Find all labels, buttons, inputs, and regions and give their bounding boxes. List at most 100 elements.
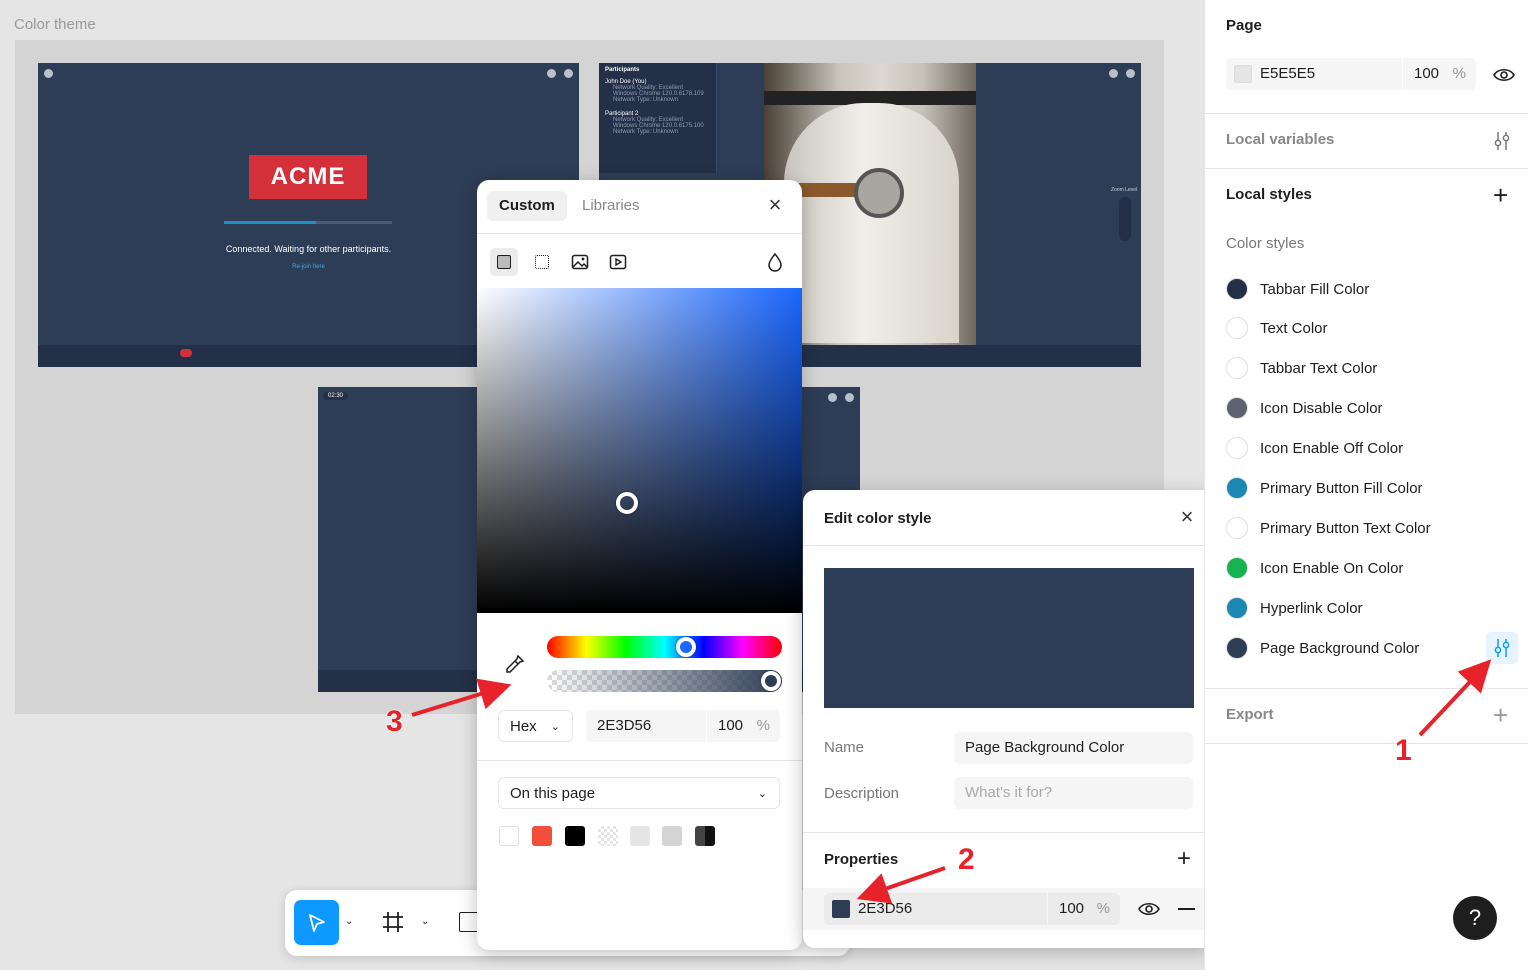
sv-handle[interactable] <box>615 491 638 514</box>
hue-handle[interactable] <box>675 637 696 657</box>
eye-icon[interactable] <box>1493 66 1515 87</box>
eye-icon[interactable] <box>1138 900 1160 921</box>
swatch-red[interactable] <box>532 826 552 846</box>
chevron-down-icon[interactable]: ⌄ <box>421 916 429 927</box>
close-icon[interactable]: × <box>764 194 786 217</box>
color-format-select[interactable]: Hex ⌄ <box>498 710 573 742</box>
properties-label: Properties <box>824 851 899 868</box>
color-style-item[interactable]: Icon Enable On Color <box>1226 556 1403 580</box>
swatch-black[interactable] <box>565 826 585 846</box>
page-color-chip[interactable] <box>1234 65 1252 83</box>
swatch-transparent[interactable] <box>598 826 618 846</box>
zoom-control[interactable] <box>1119 197 1131 241</box>
video-fill-icon[interactable] <box>604 248 632 276</box>
opacity-value: 100 <box>718 717 744 734</box>
blend-mode-icon[interactable] <box>761 248 789 276</box>
frame-tool-button[interactable] <box>381 910 405 937</box>
divider <box>803 545 1214 546</box>
help-button[interactable]: ? <box>1453 896 1497 940</box>
tab-libraries[interactable]: Libraries <box>570 191 652 221</box>
property-hex-input[interactable]: 2E3D56 <box>824 893 1047 925</box>
description-input[interactable]: What's it for? <box>954 777 1193 809</box>
variables-settings-icon[interactable] <box>1492 130 1512 155</box>
pattern-fill-icon[interactable] <box>528 248 556 276</box>
color-style-item[interactable]: Icon Enable Off Color <box>1226 436 1403 460</box>
edit-color-style-panel: Edit color style × Name Page Background … <box>803 490 1214 948</box>
photo-pipe <box>799 183 859 197</box>
description-label: Description <box>824 785 900 802</box>
chevron-down-icon: ⌄ <box>757 788 767 800</box>
divider <box>477 760 802 761</box>
page-opacity-value: 100 <box>1414 65 1440 82</box>
user-icon <box>547 69 556 78</box>
style-settings-icon <box>1494 639 1510 657</box>
divider <box>1205 168 1528 169</box>
color-style-item[interactable]: Tabbar Text Color <box>1226 356 1377 380</box>
chevron-down-icon[interactable]: ⌄ <box>345 916 353 927</box>
property-color-chip[interactable] <box>832 900 850 918</box>
remove-property-icon[interactable] <box>1178 908 1195 910</box>
opacity-slider[interactable] <box>547 670 782 692</box>
style-name: Hyperlink Color <box>1260 599 1363 617</box>
edit-style-button[interactable] <box>1486 632 1518 664</box>
swatch-gray[interactable] <box>662 826 682 846</box>
color-style-item[interactable]: Hyperlink Color <box>1226 596 1363 620</box>
divider <box>1205 743 1528 744</box>
swatch-source-select[interactable]: On this page ⌄ <box>498 777 780 809</box>
export-heading[interactable]: Export <box>1226 706 1274 723</box>
timer: 02:30 <box>323 392 349 400</box>
info-icon <box>44 69 53 78</box>
add-export-icon[interactable]: + <box>1493 700 1508 731</box>
percent-sign: % <box>1452 65 1466 82</box>
color-style-item[interactable]: Primary Button Fill Color <box>1226 476 1423 500</box>
color-style-item[interactable]: Primary Button Text Color <box>1226 516 1431 540</box>
canvas-title: Color theme <box>14 16 96 33</box>
color-style-item[interactable]: Tabbar Fill Color <box>1226 277 1369 301</box>
local-variables-heading[interactable]: Local variables <box>1226 131 1334 148</box>
progress-bar <box>224 221 392 224</box>
image-fill-icon[interactable] <box>566 248 594 276</box>
swatch-split[interactable] <box>695 826 715 846</box>
page-heading: Page <box>1226 17 1262 34</box>
color-style-item[interactable]: Page Background Color <box>1226 636 1419 660</box>
hue-slider[interactable] <box>547 636 782 658</box>
style-name: Icon Enable Off Color <box>1260 439 1404 457</box>
right-panel: Page E5E5E5 100% Local variables Local s… <box>1204 0 1528 970</box>
participants-panel: Participants John Doe (You) Network Qual… <box>599 63 717 173</box>
color-preview <box>824 568 1194 708</box>
swatch-light-gray[interactable] <box>630 826 650 846</box>
close-icon[interactable]: × <box>1176 506 1198 529</box>
style-swatch <box>1226 557 1248 579</box>
style-swatch <box>1226 357 1248 379</box>
hex-input[interactable]: 2E3D56 <box>586 710 706 742</box>
add-style-icon[interactable]: + <box>1493 180 1508 211</box>
saturation-brightness-area[interactable] <box>477 288 802 613</box>
opacity-handle[interactable] <box>761 671 781 691</box>
annotation-number: 2 <box>958 843 975 876</box>
color-style-item[interactable]: Icon Disable Color <box>1226 396 1383 420</box>
page-opacity-input[interactable]: 100% <box>1403 58 1476 90</box>
tab-custom[interactable]: Custom <box>487 191 567 221</box>
color-style-item[interactable]: Text Color <box>1226 316 1328 340</box>
style-swatch <box>1226 477 1248 499</box>
settings-icon <box>845 393 854 402</box>
add-property-icon[interactable]: + <box>1177 845 1191 873</box>
name-input[interactable]: Page Background Color <box>954 732 1193 764</box>
divider <box>477 233 802 234</box>
opacity-input[interactable]: 100% <box>707 710 780 742</box>
move-tool-button[interactable] <box>294 900 339 945</box>
frame-icon <box>383 912 403 932</box>
name-label: Name <box>824 739 865 756</box>
page-color-input[interactable]: E5E5E5 <box>1226 58 1402 90</box>
user-icon <box>828 393 837 402</box>
eyedropper-icon[interactable] <box>502 653 526 680</box>
divider <box>803 832 1214 833</box>
property-opacity-input[interactable]: 100% <box>1048 893 1120 925</box>
style-name: Text Color <box>1260 319 1328 337</box>
solid-fill-icon[interactable] <box>490 248 518 276</box>
rectangle-tool-button[interactable] <box>459 912 479 932</box>
swatch-white[interactable] <box>499 826 519 846</box>
style-name: Icon Disable Color <box>1260 399 1383 417</box>
style-swatch <box>1226 278 1248 300</box>
cursor-icon <box>308 913 325 932</box>
